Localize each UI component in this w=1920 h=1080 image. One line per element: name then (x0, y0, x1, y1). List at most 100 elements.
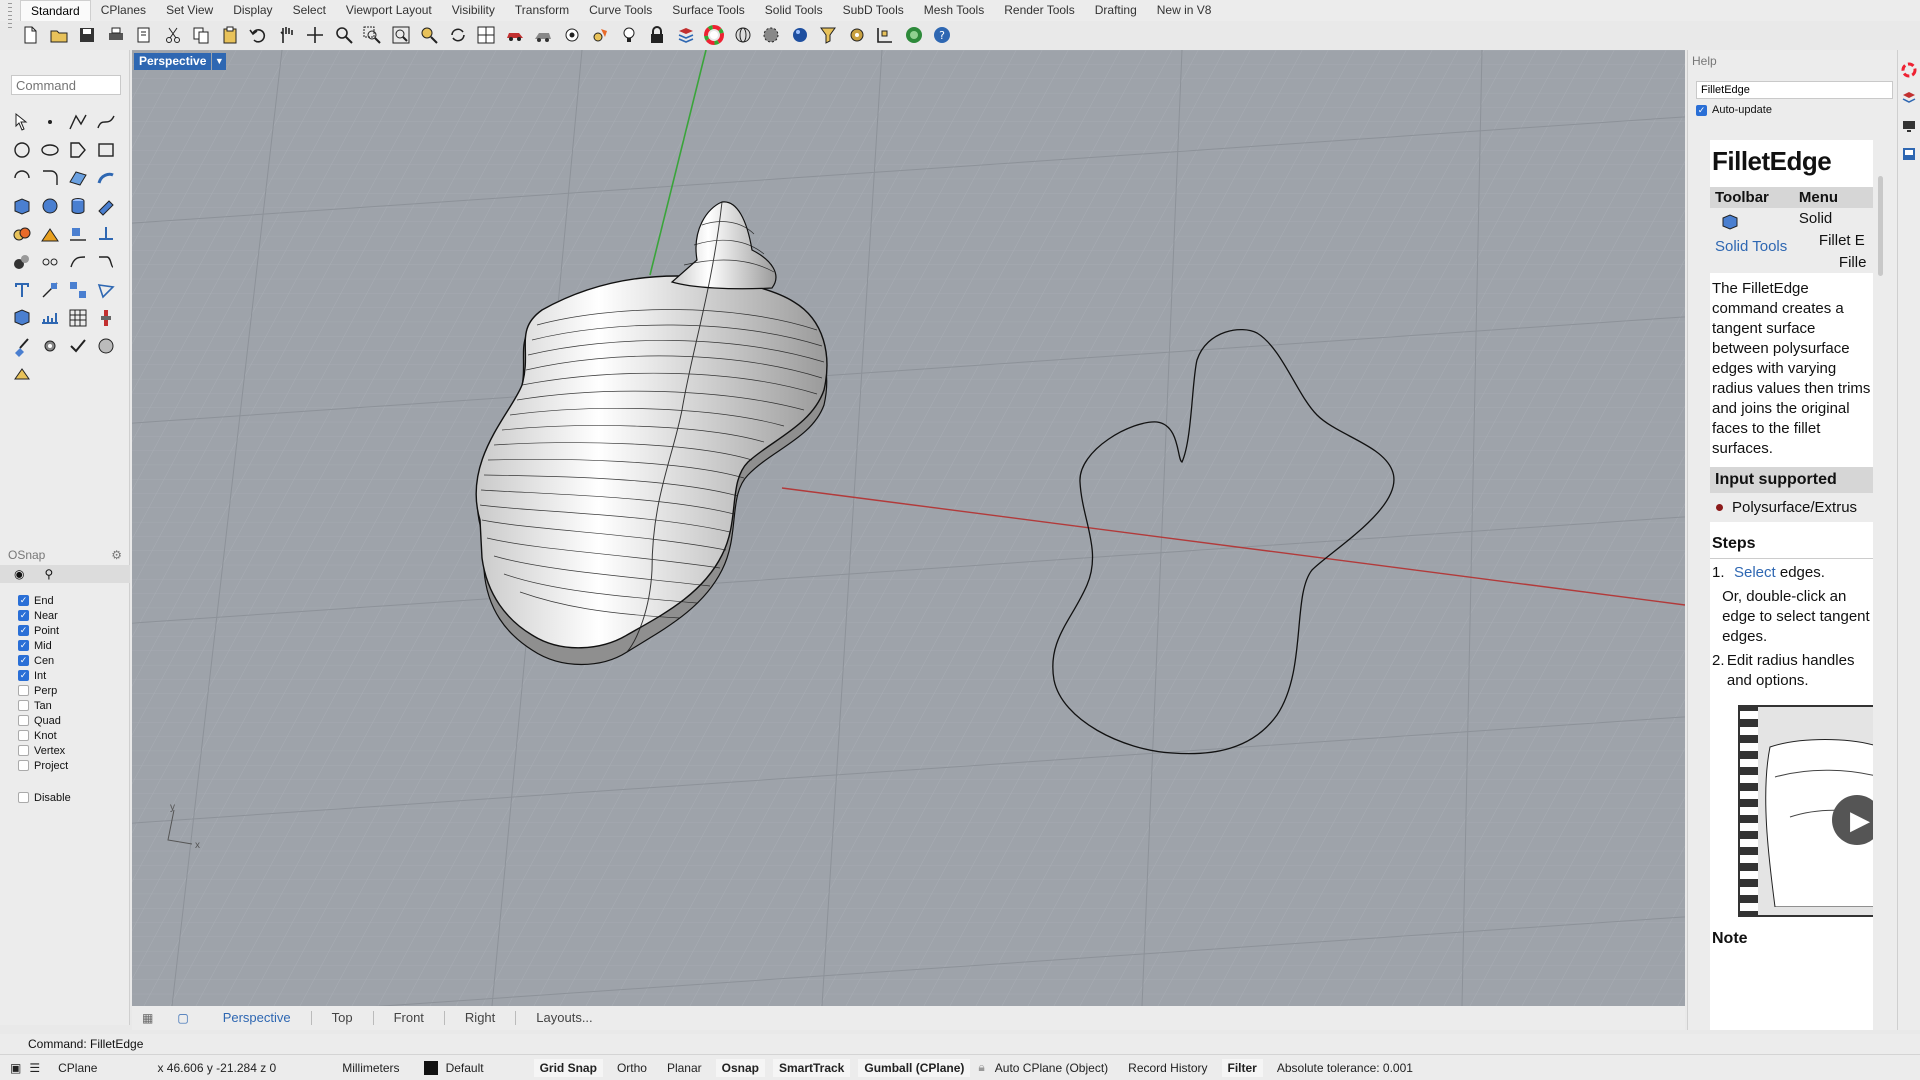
open-icon[interactable] (49, 25, 69, 45)
units-status[interactable]: Millimeters (342, 1061, 399, 1075)
show-icon[interactable] (590, 25, 610, 45)
toolbar-grip[interactable] (8, 3, 12, 31)
osnap-item-int[interactable]: ✓ Int (0, 668, 130, 683)
video-thumbnail[interactable]: ▶ (1738, 705, 1873, 917)
join-icon[interactable] (38, 250, 62, 274)
tab-curve-tools[interactable]: Curve Tools (579, 0, 662, 21)
tab-new-in-v8[interactable]: New in V8 (1147, 0, 1222, 21)
osnap-item-vertex[interactable]: Vertex (0, 743, 130, 758)
panel-settings-icon[interactable]: ⚙ (111, 548, 122, 562)
grid-snap-toggle[interactable]: Grid Snap (533, 1058, 603, 1077)
group-icon[interactable] (10, 250, 34, 274)
analyze-icon[interactable] (38, 306, 62, 330)
osnap-item-disable[interactable]: Disable (0, 790, 130, 805)
osnap-item-knot[interactable]: Knot (0, 728, 130, 743)
tab-top[interactable]: Top (312, 1011, 374, 1025)
grid-icon[interactable] (875, 25, 895, 45)
tab-transform[interactable]: Transform (505, 0, 579, 21)
osnap-filter-icon[interactable]: ⚲ (44, 567, 53, 581)
drape-icon[interactable] (94, 334, 118, 358)
osnap-item-quad[interactable]: Quad (0, 713, 130, 728)
tab-standard[interactable]: Standard (20, 0, 91, 21)
auto-cplane-toggle[interactable]: Auto CPlane (Object) (989, 1059, 1114, 1077)
filter-toggle[interactable]: Filter (1221, 1058, 1263, 1077)
tab-visibility[interactable]: Visibility (442, 0, 505, 21)
check-icon[interactable] (66, 334, 90, 358)
checkbox-checked-icon[interactable]: ✓ (18, 595, 29, 606)
osnap-item-mid[interactable]: ✓ Mid (0, 638, 130, 653)
help-icon[interactable]: ? (932, 25, 952, 45)
rectangle-icon[interactable] (94, 138, 118, 162)
osnap-item-near[interactable]: ✓ Near (0, 608, 130, 623)
planar-toggle[interactable]: Planar (661, 1059, 708, 1077)
import-icon[interactable] (134, 25, 154, 45)
tab-drafting[interactable]: Drafting (1085, 0, 1147, 21)
array-icon[interactable] (66, 278, 90, 302)
checkbox-icon[interactable] (18, 792, 29, 803)
four-view-icon[interactable]: ▦ (132, 1011, 163, 1025)
point-icon[interactable] (38, 110, 62, 134)
material-icon[interactable] (761, 25, 781, 45)
tab-cplanes[interactable]: CPlanes (91, 0, 156, 21)
tab-solid-tools[interactable]: Solid Tools (755, 0, 833, 21)
measure-icon[interactable] (94, 306, 118, 330)
checkbox-checked-icon[interactable]: ✓ (18, 640, 29, 651)
chevron-down-icon[interactable]: ▼ (212, 53, 227, 70)
layer-color-swatch[interactable] (423, 1060, 438, 1075)
mesh-icon[interactable] (10, 306, 34, 330)
lock-icon[interactable] (647, 25, 667, 45)
sphere-display-icon[interactable] (733, 25, 753, 45)
help-panel-icon[interactable] (1901, 146, 1917, 162)
record-history-toggle[interactable]: Record History (1122, 1059, 1213, 1077)
ellipse-icon[interactable] (38, 138, 62, 162)
checkbox-checked-icon[interactable]: ✓ (18, 610, 29, 621)
explode-icon[interactable] (38, 222, 62, 246)
arc-icon[interactable] (10, 166, 34, 190)
tab-surface-tools[interactable]: Surface Tools (662, 0, 755, 21)
checkbox-icon[interactable] (18, 715, 29, 726)
tab-right[interactable]: Right (445, 1011, 517, 1025)
checkbox-icon[interactable] (18, 730, 29, 741)
checkbox-icon[interactable] (18, 745, 29, 756)
color-wheel-icon[interactable] (704, 25, 724, 45)
cut-icon[interactable] (163, 25, 183, 45)
undo-icon[interactable] (248, 25, 268, 45)
tab-front[interactable]: Front (374, 1011, 445, 1025)
checkbox-checked-icon[interactable]: ✓ (18, 670, 29, 681)
gumball-toggle[interactable]: Gumball (CPlane) (858, 1058, 971, 1077)
zoom-extents-icon[interactable] (391, 25, 411, 45)
display-panel-icon[interactable] (1901, 118, 1917, 134)
status-list-icon[interactable]: ☰ (29, 1061, 40, 1075)
tab-perspective[interactable]: Perspective (203, 1011, 312, 1025)
viewport-title[interactable]: Perspective ▼ (134, 53, 227, 70)
checkbox-checked-icon[interactable]: ✓ (18, 625, 29, 636)
tab-render-tools[interactable]: Render Tools (994, 0, 1085, 21)
split-icon[interactable] (66, 222, 90, 246)
single-view-icon[interactable]: ▢ (163, 1011, 202, 1025)
status-panel-icon[interactable]: ▣ (10, 1061, 21, 1075)
gear-tool-icon[interactable] (38, 334, 62, 358)
copy-icon[interactable] (191, 25, 211, 45)
osnap-item-tan[interactable]: Tan (0, 698, 130, 713)
paste-icon[interactable] (220, 25, 240, 45)
osnap-toggle[interactable]: Osnap (715, 1058, 765, 1077)
four-viewports-icon[interactable] (476, 25, 496, 45)
osnap-item-cen[interactable]: ✓ Cen (0, 653, 130, 668)
extrude-icon[interactable] (94, 194, 118, 218)
layers-panel-icon[interactable] (1901, 90, 1917, 106)
rendered-icon[interactable] (533, 25, 553, 45)
osnap-item-project[interactable]: Project (0, 758, 130, 773)
color-wheel-panel-icon[interactable] (1901, 62, 1917, 78)
curve-icon[interactable] (94, 110, 118, 134)
auto-update-toggle[interactable]: ✓ Auto-update (1696, 104, 1772, 116)
smarttrack-toggle[interactable]: SmartTrack (772, 1058, 851, 1077)
rhino-web-icon[interactable] (904, 25, 924, 45)
solid-tools-link[interactable]: Solid Tools (1715, 238, 1789, 255)
checkbox-checked-icon[interactable]: ✓ (18, 655, 29, 666)
checkbox-icon[interactable] (18, 760, 29, 771)
transform-icon[interactable] (94, 278, 118, 302)
tab-display[interactable]: Display (223, 0, 282, 21)
tab-set-view[interactable]: Set View (156, 0, 223, 21)
zoom-window-icon[interactable] (362, 25, 382, 45)
select-filter-icon[interactable] (818, 25, 838, 45)
